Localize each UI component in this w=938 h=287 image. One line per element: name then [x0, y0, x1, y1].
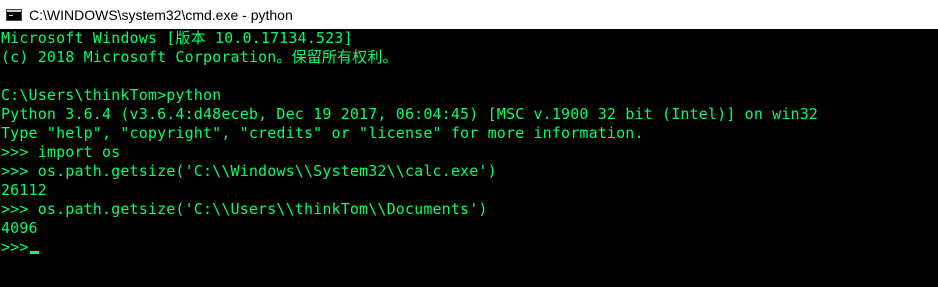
console-line-result-4096: 4096 [1, 219, 38, 237]
console-line-copyright: (c) 2018 Microsoft Corporation。保留所有权利。 [1, 48, 398, 66]
console-output[interactable]: Microsoft Windows [版本 10.0.17134.523] (c… [0, 29, 938, 287]
cmd-icon[interactable] [6, 8, 22, 21]
python-prompt: >>> [1, 238, 29, 256]
window-title: C:\WINDOWS\system32\cmd.exe - python [29, 6, 293, 23]
text-cursor [29, 251, 39, 254]
cmd-window: C:\WINDOWS\system32\cmd.exe - python Mic… [0, 0, 938, 287]
console-input-line[interactable]: >>> [1, 238, 938, 257]
console-line-result-26112: 26112 [1, 181, 47, 199]
console-line-prompt-python: C:\Users\thinkTom>python [1, 86, 222, 104]
console-line-banner: Microsoft Windows [版本 10.0.17134.523] [1, 29, 353, 47]
title-bar[interactable]: C:\WINDOWS\system32\cmd.exe - python [0, 0, 938, 29]
console-line-python-help: Type "help", "copyright", "credits" or "… [1, 124, 644, 142]
console-line-getsize-calc: >>> os.path.getsize('C:\\Windows\\System… [1, 162, 497, 180]
console-line-import-os: >>> import os [1, 143, 121, 161]
console-line-python-version: Python 3.6.4 (v3.6.4:d48eceb, Dec 19 201… [1, 105, 819, 123]
console-line-getsize-documents: >>> os.path.getsize('C:\\Users\\thinkTom… [1, 200, 488, 218]
